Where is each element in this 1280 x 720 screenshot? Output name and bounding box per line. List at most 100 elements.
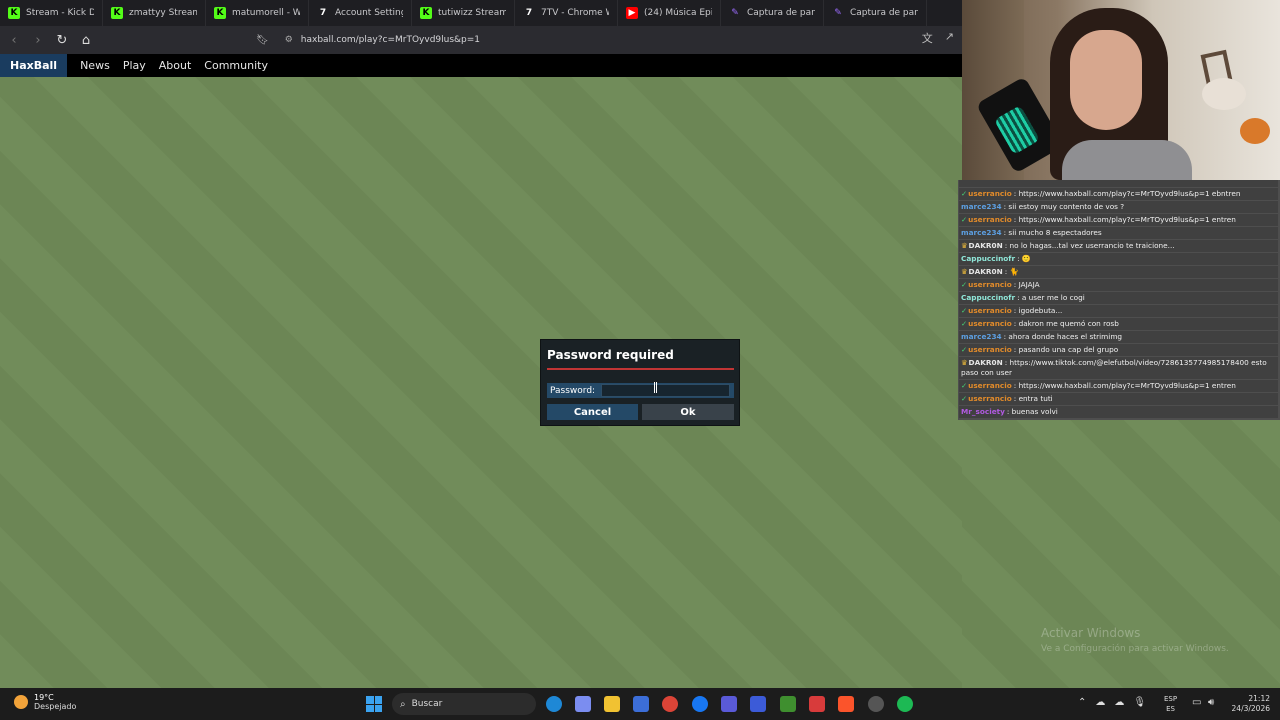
copilot-icon[interactable] xyxy=(575,696,591,712)
office-icon[interactable] xyxy=(809,696,825,712)
obs-icon[interactable] xyxy=(750,696,766,712)
site-info-icon[interactable]: ⚙ xyxy=(285,35,293,45)
7tv-icon: 7 xyxy=(319,8,327,18)
forward-icon[interactable]: › xyxy=(28,30,48,50)
chat-text: buenas volvi xyxy=(1011,407,1058,416)
chat-username[interactable]: userrancio xyxy=(968,381,1012,390)
facebook-icon[interactable] xyxy=(692,696,708,712)
app-icon[interactable] xyxy=(721,696,737,712)
chat-username[interactable]: marce234 xyxy=(961,202,1002,211)
chat-message: ✓userrancio: https://www.haxball.com/pla… xyxy=(959,214,1278,226)
bookmark-icon[interactable]: 🔖︎ xyxy=(256,35,269,46)
share-icon[interactable]: ↗ xyxy=(945,30,954,46)
microphone-icon[interactable]: 🎙︎ xyxy=(1133,697,1146,708)
webcam-plush-toy xyxy=(1202,78,1246,110)
chat-message: ✓userrancio: igodebuta... xyxy=(959,305,1278,317)
weather-temp: 19°C xyxy=(34,693,54,702)
browser-tab[interactable]: 7 Account Settings - xyxy=(309,0,412,26)
tab-title: Captura de pantalla xyxy=(747,8,815,18)
chat-username[interactable]: userrancio xyxy=(968,319,1012,328)
chat-message: Cappuccinofr: a user me lo cogi xyxy=(959,292,1278,304)
minecraft-icon[interactable] xyxy=(780,696,796,712)
webcam-person-face xyxy=(1070,30,1142,130)
password-row: Password: xyxy=(547,383,734,398)
chat-username[interactable]: userrancio xyxy=(968,215,1012,224)
browser-tab[interactable]: K Stream - Kick Dashb xyxy=(0,0,103,26)
store-icon[interactable] xyxy=(633,696,649,712)
browser-tab[interactable]: 7 7TV - Chrome Web xyxy=(515,0,618,26)
url-text[interactable]: haxball.com/play?c=MrTOyvd9lus&p=1 xyxy=(301,35,480,45)
chat-username[interactable]: Mr_society xyxy=(961,407,1005,416)
chat-username[interactable]: DAKR0N xyxy=(969,241,1003,250)
nav-about[interactable]: About xyxy=(159,59,192,72)
edge-icon[interactable] xyxy=(546,696,562,712)
windows-start-icon[interactable] xyxy=(366,696,382,712)
ok-button[interactable]: Ok xyxy=(642,404,734,420)
chevron-up-icon[interactable]: ⌃ xyxy=(1078,697,1086,708)
chat-username[interactable]: userrancio xyxy=(968,345,1012,354)
search-label: Buscar xyxy=(411,699,443,709)
verified-badge-icon: ✓ xyxy=(961,306,968,315)
weather-sun-icon xyxy=(14,695,28,709)
tab-title: tutiwizz Stream - W xyxy=(438,8,506,18)
chat-text: https://www.haxball.com/play?c=MrTOyvd9l… xyxy=(1018,189,1241,198)
onedrive-icon[interactable]: ☁ xyxy=(1095,697,1105,708)
address-bar[interactable]: 🔖︎ ⚙ haxball.com/play?c=MrTOyvd9lus&p=1 xyxy=(256,30,902,50)
tab-title: zmattyy Stream - W xyxy=(129,8,197,18)
chat-text: 🙂 xyxy=(1021,254,1031,263)
language-indicator[interactable]: ESP ES xyxy=(1164,694,1177,714)
taskbar-search[interactable]: ⌕ Buscar xyxy=(392,693,536,715)
chat-username[interactable]: DAKR0N xyxy=(969,267,1003,276)
home-icon[interactable]: ⌂ xyxy=(76,30,96,50)
github-icon[interactable] xyxy=(868,696,884,712)
network-cloud-icon[interactable]: ☁ xyxy=(1114,697,1124,708)
file-explorer-icon[interactable] xyxy=(604,696,620,712)
taskbar-clock[interactable]: 21:12 24/3/2026 xyxy=(1226,694,1270,714)
site-brand[interactable]: HaxBall xyxy=(0,54,68,77)
chat-username[interactable]: userrancio xyxy=(968,394,1012,403)
chat-username[interactable]: DAKR0N xyxy=(969,358,1003,367)
browser-tab[interactable]: ✎ Captura de pantalla xyxy=(824,0,927,26)
kick-icon: K xyxy=(420,7,432,19)
browser-tab[interactable]: Kmatumorell - Watch xyxy=(206,0,309,26)
chat-username[interactable]: userrancio xyxy=(968,280,1012,289)
chat-text: igodebuta... xyxy=(1018,306,1063,315)
chat-message: ✓userrancio: dakron me quemó con rosb xyxy=(959,318,1278,330)
chat-text: a user me lo cogi xyxy=(1021,293,1085,302)
back-icon[interactable]: ‹ xyxy=(4,30,24,50)
chat-username[interactable]: Cappuccinofr xyxy=(961,254,1015,263)
browser-tab[interactable]: ✎ Captura de pantalla xyxy=(721,0,824,26)
display-icon[interactable]: ▭ xyxy=(1192,697,1201,708)
pencil-icon: ✎ xyxy=(731,8,739,18)
password-input[interactable] xyxy=(601,384,730,397)
cancel-button[interactable]: Cancel xyxy=(547,404,638,420)
chat-text: ahora donde haces el strimimg xyxy=(1008,332,1123,341)
browser-toolbar: ‹ › ↻ ⌂ 🔖︎ ⚙ haxball.com/play?c=MrTOyvd9… xyxy=(0,26,962,54)
translate-icon[interactable]: 文 xyxy=(922,30,933,46)
brave-icon[interactable] xyxy=(838,696,854,712)
verified-badge-icon: ✓ xyxy=(961,215,968,224)
weather-widget[interactable]: 19°C Despejado xyxy=(14,693,76,711)
chat-username[interactable]: marce234 xyxy=(961,332,1002,341)
chat-message: Cappuccinofr: 🙂 xyxy=(959,253,1278,265)
spotify-icon[interactable] xyxy=(897,696,913,712)
chrome-icon[interactable] xyxy=(662,696,678,712)
chat-message: marce234: sii mucho 8 espectadores xyxy=(959,227,1278,239)
verified-badge-icon: ✓ xyxy=(961,280,968,289)
clock-time: 21:12 xyxy=(1248,694,1270,703)
browser-tab[interactable]: Ktutiwizz Stream - W xyxy=(412,0,515,26)
browser-tab[interactable]: Kzmattyy Stream - W xyxy=(103,0,206,26)
game-field-background xyxy=(0,77,962,688)
chat-username[interactable]: marce234 xyxy=(961,228,1002,237)
volume-icon[interactable]: 🔊︎ xyxy=(1208,697,1214,708)
nav-community[interactable]: Community xyxy=(204,59,268,72)
chat-text: dakron me quemó con rosb xyxy=(1018,319,1119,328)
nav-news[interactable]: News xyxy=(80,59,110,72)
browser-tab[interactable]: ▶ (24) Música Épica d xyxy=(618,0,721,26)
reload-icon[interactable]: ↻ xyxy=(52,30,72,50)
nav-play[interactable]: Play xyxy=(123,59,146,72)
chat-username[interactable]: Cappuccinofr xyxy=(961,293,1015,302)
browser-tab-strip: KStream - Kick DashbKzmattyy Stream - WK… xyxy=(0,0,962,26)
chat-username[interactable]: userrancio xyxy=(968,189,1012,198)
chat-username[interactable]: userrancio xyxy=(968,306,1012,315)
